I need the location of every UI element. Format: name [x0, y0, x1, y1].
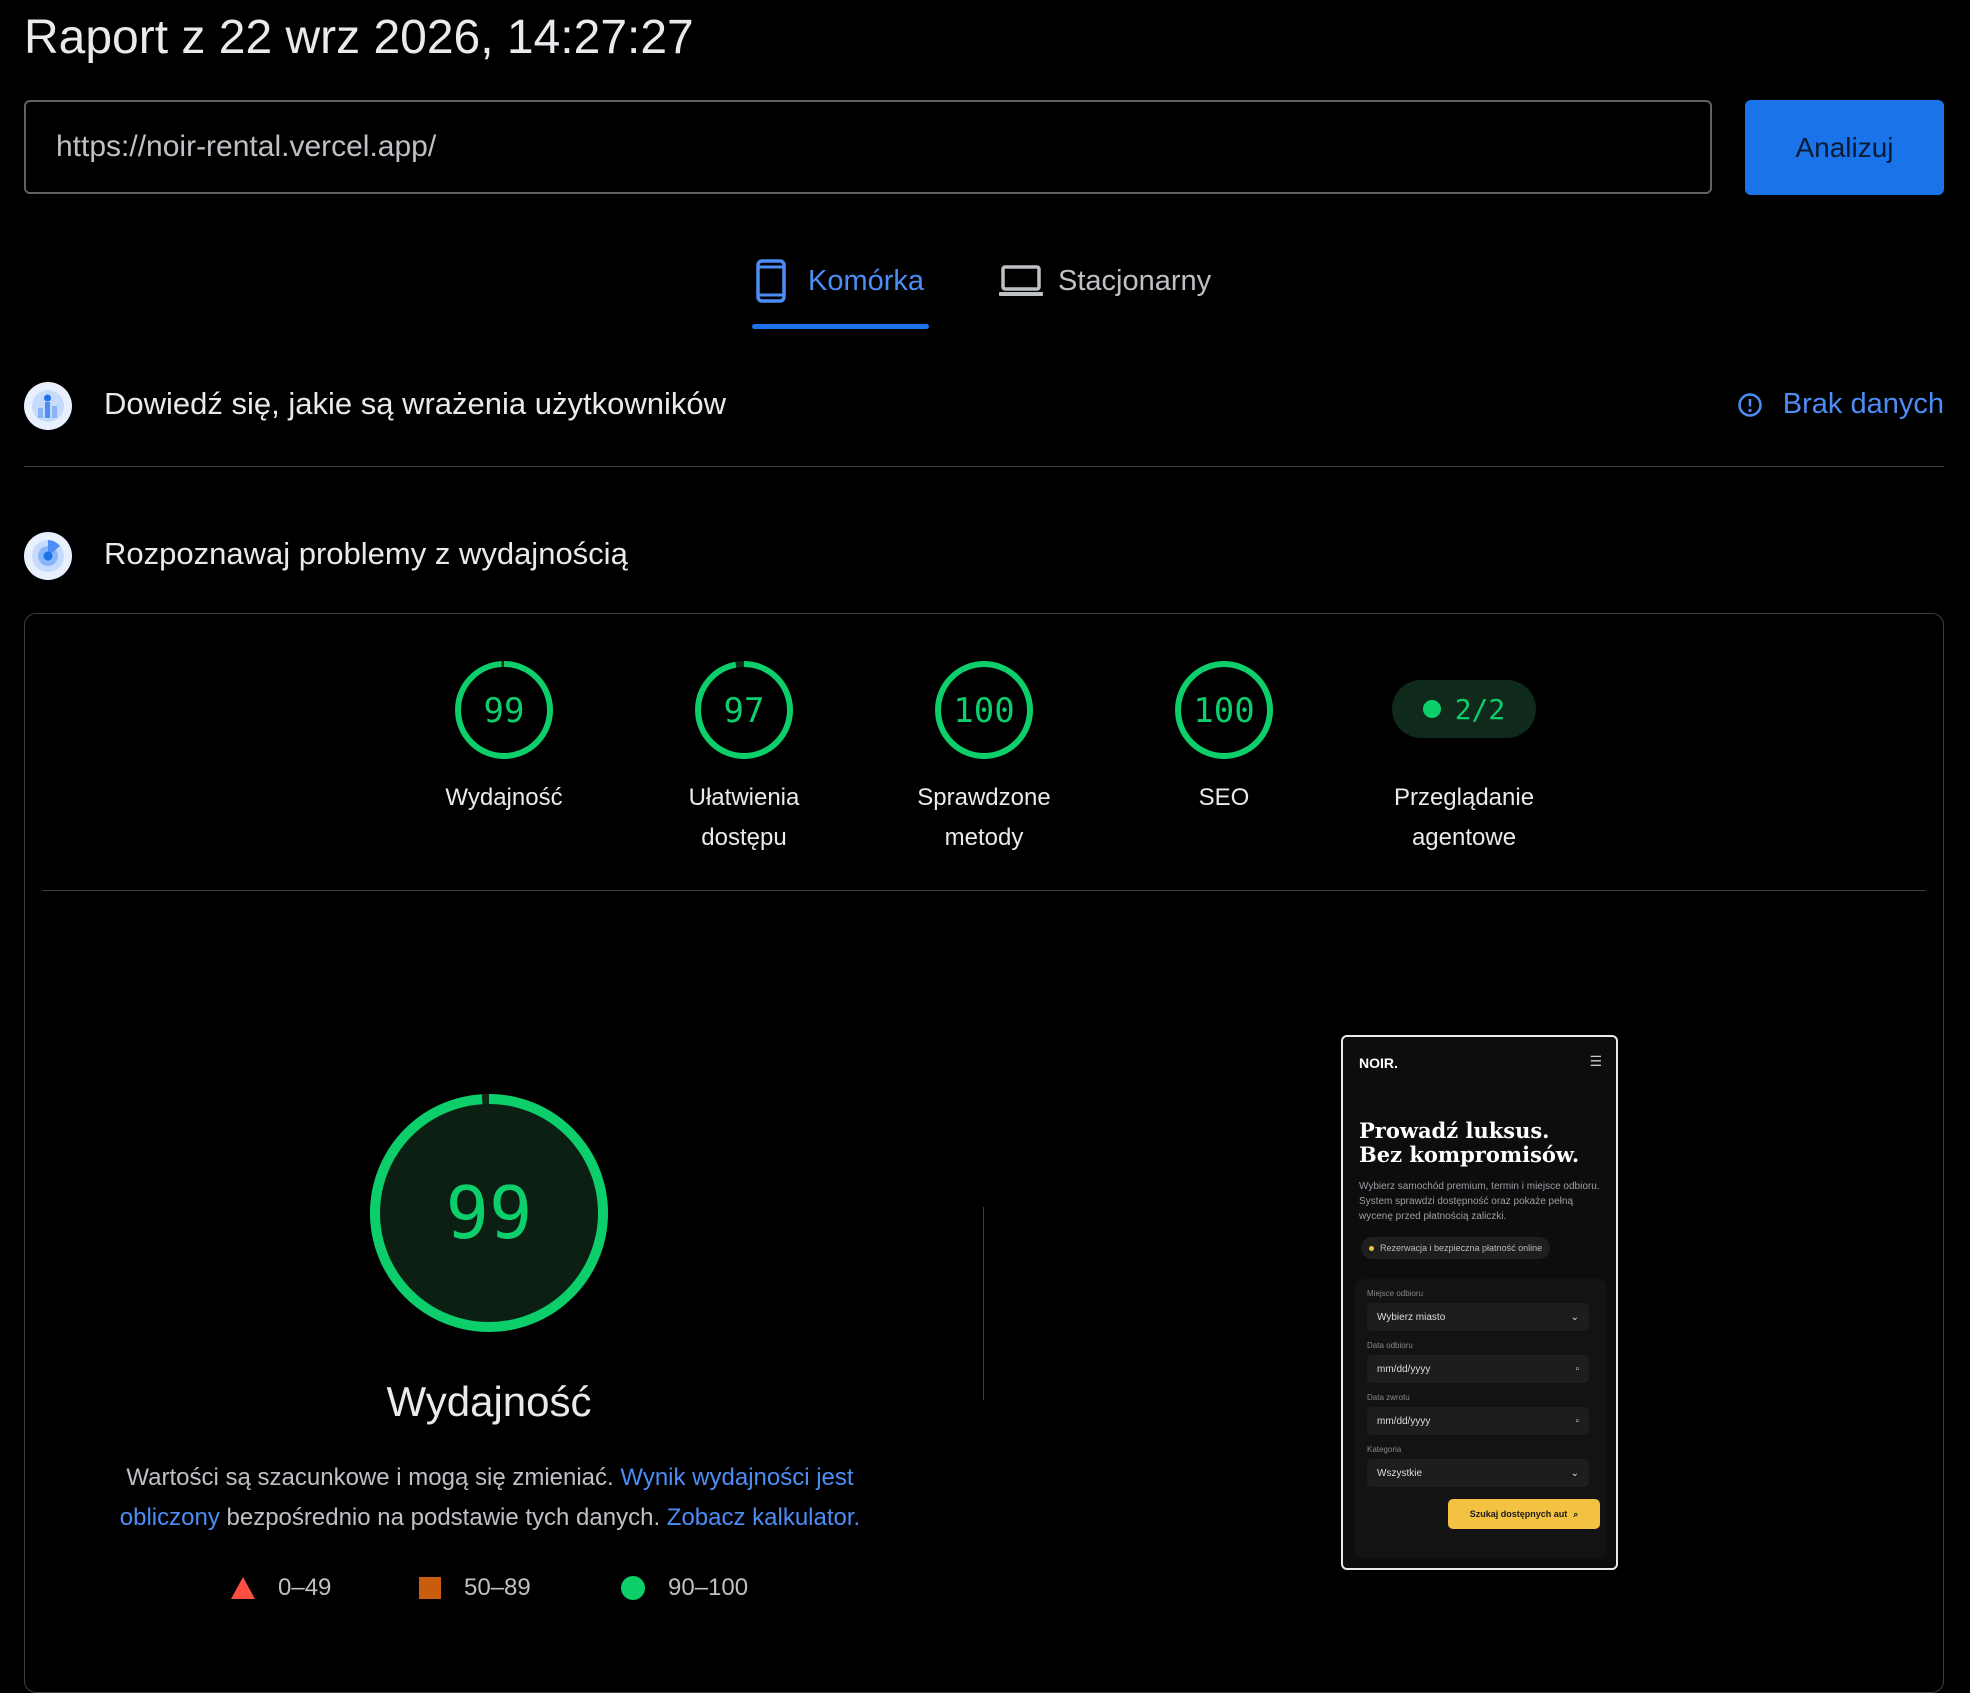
pickup-value: Wybierz miasto: [1377, 1311, 1446, 1323]
legend-average-label: 50–89: [464, 1574, 531, 1601]
performance-score-large: 99: [446, 1171, 533, 1255]
lab-data-title: Rozpoznawaj problemy z wydajnością: [104, 536, 628, 571]
site-subtext: Wybierz samochód premium, termin i miejs…: [1359, 1181, 1600, 1222]
date-from-field: mm/dd/yyyy ▫: [1367, 1355, 1589, 1383]
site-pill: Rezerwacja i bezpieczna płatność online: [1361, 1237, 1551, 1259]
gauge-best-practices[interactable]: 100: [934, 660, 1034, 765]
gauge-best-practices-ring: 100: [935, 661, 1033, 759]
category-label-agentic: Przeglądanie agentowe: [1393, 784, 1535, 851]
legend-average: 50–89: [418, 1574, 531, 1602]
category-label-seo: SEO: [1198, 784, 1250, 811]
search-icon: ⌕: [1573, 1508, 1579, 1519]
info-icon: [1738, 392, 1762, 417]
tab-mobile[interactable]: Komórka: [756, 256, 924, 306]
page-screenshot[interactable]: NOIR. ☰ Prowadź luksus. Bez kompromisów.…: [1341, 1035, 1618, 1570]
category-label-best-practices: Sprawdzone metody: [917, 784, 1051, 851]
site-pill-text: Rezerwacja i bezpieczna płatność online: [1380, 1243, 1543, 1253]
category-value: Wszystkie: [1377, 1467, 1422, 1479]
desc-text-2: bezpośrednio na podstawie tych danych.: [219, 1504, 667, 1531]
category-label-accessibility: Ułatwienia dostępu: [688, 784, 800, 851]
performance-description: Wartości są szacunkowe i mogą się zmieni…: [80, 1458, 900, 1538]
vertical-divider: [983, 1207, 984, 1400]
hamburger-icon: ☰: [1589, 1053, 1602, 1069]
calendar-icon: ▫: [1575, 1363, 1579, 1375]
no-data-label: Brak danych: [1782, 388, 1944, 420]
tab-mobile-label: Komórka: [808, 264, 925, 297]
date-to-label: Data zwrotu: [1367, 1393, 1410, 1402]
gauge-performance-ring: 99: [455, 661, 553, 759]
calendar-icon: ▫: [1575, 1415, 1579, 1427]
gauge-seo-ring: 100: [1175, 661, 1273, 759]
legend-pass: 90–100: [620, 1574, 748, 1602]
category-select: Wszystkie ⌄: [1367, 1459, 1589, 1487]
circle-pass-icon: [621, 1576, 645, 1600]
url-input[interactable]: https://noir-rental.vercel.app/: [24, 100, 1712, 194]
performance-gauge-ring: 99: [370, 1094, 608, 1332]
desc-text-1: Wartości są szacunkowe i mogą się zmieni…: [126, 1464, 621, 1491]
no-data-link[interactable]: Brak danych: [1737, 388, 1944, 421]
chevron-down-icon: ⌄: [1570, 1467, 1579, 1479]
date-from-label: Data odbioru: [1367, 1341, 1413, 1350]
triangle-fail-icon: [231, 1577, 255, 1599]
gauge-seo-score: 100: [1193, 691, 1254, 731]
crux-icon: [24, 382, 72, 430]
performance-title: Wydajność: [386, 1378, 592, 1425]
gauge-performance[interactable]: 99: [454, 660, 554, 765]
tab-desktop-label: Stacjonarny: [1058, 264, 1212, 297]
gauge-accessibility[interactable]: 97: [694, 660, 794, 765]
site-logo: NOIR.: [1359, 1055, 1398, 1071]
site-search-button: Szukaj dostępnych aut ⌕: [1448, 1499, 1600, 1529]
calculator-link[interactable]: Zobacz kalkulator.: [667, 1504, 860, 1531]
pill-dot-icon: [1369, 1245, 1374, 1251]
pickup-select: Wybierz miasto ⌄: [1367, 1303, 1589, 1331]
chevron-down-icon: ⌄: [1570, 1311, 1579, 1323]
gauge-accessibility-ring: 97: [695, 661, 793, 759]
active-tab-indicator: [752, 324, 929, 329]
gauge-seo[interactable]: 100: [1174, 660, 1274, 765]
legend-fail: 0–49: [230, 1574, 331, 1602]
pickup-label: Miejsce odbioru: [1367, 1289, 1424, 1298]
site-search-label: Szukaj dostępnych aut: [1469, 1509, 1568, 1519]
section-divider: [24, 466, 1944, 467]
laptop-icon: [999, 265, 1043, 296]
url-value: https://noir-rental.vercel.app/: [56, 130, 437, 163]
lighthouse-icon: [24, 532, 72, 580]
category-label: Kategoria: [1367, 1445, 1402, 1454]
card-divider: [42, 890, 1926, 891]
date-from-value: mm/dd/yyyy: [1377, 1363, 1431, 1375]
agentic-browsing-value: 2/2: [1454, 692, 1506, 726]
square-average-icon: [419, 1577, 441, 1599]
site-headline: Prowadź luksus. Bez kompromisów.: [1359, 1118, 1580, 1167]
tab-desktop[interactable]: Stacjonarny: [998, 256, 1211, 306]
gauge-best-practices-score: 100: [953, 691, 1014, 731]
smartphone-icon: [756, 259, 786, 303]
legend-fail-label: 0–49: [278, 1574, 332, 1601]
pass-dot-icon: [1422, 700, 1441, 718]
legend-pass-label: 90–100: [668, 1574, 749, 1601]
analyze-button[interactable]: Analizuj: [1745, 100, 1944, 195]
date-to-value: mm/dd/yyyy: [1377, 1415, 1431, 1427]
report-title: Raport z 22 wrz 2026, 14:27:27: [24, 11, 694, 64]
field-data-title: Dowiedź się, jakie są wrażenia użytkowni…: [104, 386, 726, 421]
gauge-performance-score: 99: [484, 691, 525, 731]
performance-gauge-large: 99: [369, 1093, 609, 1338]
gauge-accessibility-score: 97: [724, 691, 765, 731]
date-to-field: mm/dd/yyyy ▫: [1367, 1407, 1589, 1435]
category-label-performance: Wydajność: [445, 784, 563, 811]
agentic-browsing-badge[interactable]: 2/2: [1392, 680, 1536, 738]
